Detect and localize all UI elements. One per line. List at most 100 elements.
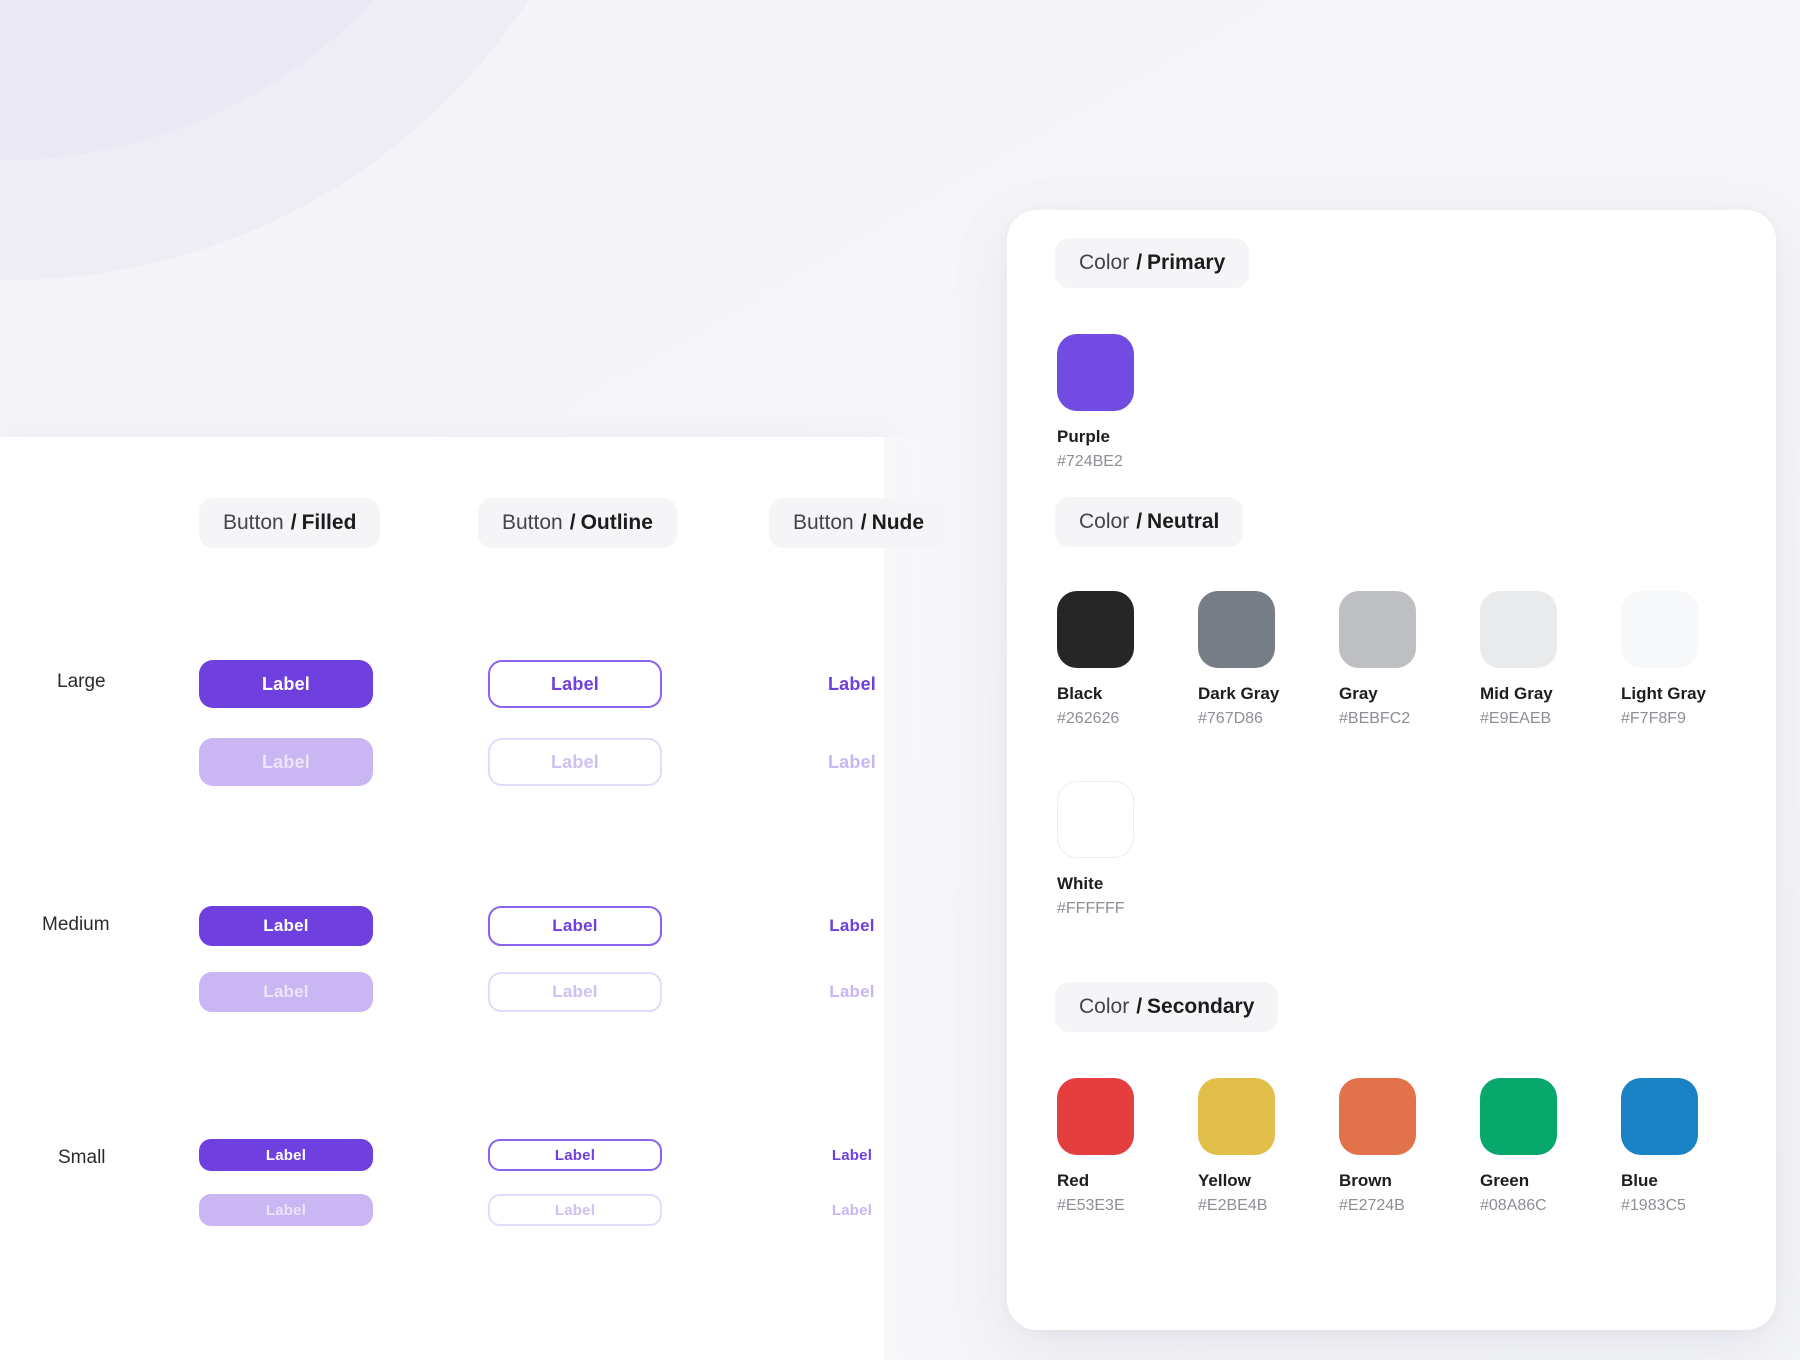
header-variant: Neutral xyxy=(1147,510,1219,534)
swatch-color-chip[interactable] xyxy=(1621,1078,1698,1155)
swatch-color-chip[interactable] xyxy=(1198,1078,1275,1155)
swatch-color-chip[interactable] xyxy=(1621,591,1698,668)
header-separator: / xyxy=(1136,995,1142,1019)
header-separator: / xyxy=(1136,251,1142,275)
swatch-hex: #767D86 xyxy=(1198,710,1275,728)
button-nude-small-default[interactable]: Label xyxy=(765,1139,939,1171)
swatch-color-chip[interactable] xyxy=(1339,591,1416,668)
swatch-blue[interactable]: Blue #1983C5 xyxy=(1621,1078,1698,1215)
swatch-name: Red xyxy=(1057,1171,1134,1191)
header-prefix: Button xyxy=(223,511,284,535)
header-separator: / xyxy=(291,511,297,535)
swatch-hex: #E53E3E xyxy=(1057,1197,1134,1215)
swatch-green[interactable]: Green #08A86C xyxy=(1480,1078,1557,1215)
header-prefix: Color xyxy=(1079,251,1129,275)
size-label-large: Large xyxy=(57,671,106,693)
button-nude-medium-default[interactable]: Label xyxy=(765,906,939,946)
button-nude-medium-disabled[interactable]: Label xyxy=(765,972,939,1012)
swatch-name: Yellow xyxy=(1198,1171,1275,1191)
section-header-color-neutral: Color / Neutral xyxy=(1055,497,1243,547)
swatch-row-white: White #FFFFFF xyxy=(1057,781,1134,918)
size-label-medium: Medium xyxy=(42,914,110,936)
swatch-color-chip[interactable] xyxy=(1480,1078,1557,1155)
section-header-color-primary: Color / Primary xyxy=(1055,238,1249,288)
header-variant: Primary xyxy=(1147,251,1225,275)
header-separator: / xyxy=(861,511,867,535)
swatch-row-primary: Purple #724BE2 xyxy=(1057,334,1134,471)
swatch-dark-gray[interactable]: Dark Gray #767D86 xyxy=(1198,591,1275,728)
swatch-hex: #08A86C xyxy=(1480,1197,1557,1215)
swatch-name: Brown xyxy=(1339,1171,1416,1191)
header-variant: Secondary xyxy=(1147,995,1254,1019)
swatch-row-secondary: Red #E53E3E Yellow #E2BE4B Brown #E2724B… xyxy=(1057,1078,1698,1215)
button-nude-small-disabled[interactable]: Label xyxy=(765,1194,939,1226)
header-variant: Filled xyxy=(302,511,357,535)
button-filled-large-disabled[interactable]: Label xyxy=(199,738,373,786)
swatch-mid-gray[interactable]: Mid Gray #E9EAEB xyxy=(1480,591,1557,728)
button-filled-medium-default[interactable]: Label xyxy=(199,906,373,946)
button-filled-small-disabled[interactable]: Label xyxy=(199,1194,373,1226)
swatch-gray[interactable]: Gray #BEBFC2 xyxy=(1339,591,1416,728)
swatch-black[interactable]: Black #262626 xyxy=(1057,591,1134,728)
swatch-color-chip[interactable] xyxy=(1057,781,1134,858)
header-variant: Nude xyxy=(872,511,925,535)
swatch-hex: #BEBFC2 xyxy=(1339,710,1416,728)
swatch-hex: #E2BE4B xyxy=(1198,1197,1275,1215)
section-header-button-filled: Button / Filled xyxy=(199,498,380,548)
header-prefix: Color xyxy=(1079,510,1129,534)
header-prefix: Color xyxy=(1079,995,1129,1019)
swatch-hex: #724BE2 xyxy=(1057,453,1134,471)
swatch-hex: #E2724B xyxy=(1339,1197,1416,1215)
button-filled-medium-disabled[interactable]: Label xyxy=(199,972,373,1012)
swatch-purple[interactable]: Purple #724BE2 xyxy=(1057,334,1134,471)
swatch-color-chip[interactable] xyxy=(1480,591,1557,668)
swatch-name: Purple xyxy=(1057,427,1134,447)
swatch-color-chip[interactable] xyxy=(1198,591,1275,668)
swatch-name: Light Gray xyxy=(1621,684,1698,704)
button-filled-large-default[interactable]: Label xyxy=(199,660,373,708)
section-header-button-nude: Button / Nude xyxy=(769,498,948,548)
design-system-screen: Button / Filled Button / Outline Button … xyxy=(0,0,1800,1360)
header-prefix: Button xyxy=(793,511,854,535)
header-prefix: Button xyxy=(502,511,563,535)
swatch-color-chip[interactable] xyxy=(1339,1078,1416,1155)
swatch-name: Mid Gray xyxy=(1480,684,1557,704)
swatch-hex: #F7F8F9 xyxy=(1621,710,1698,728)
swatch-hex: #FFFFFF xyxy=(1057,900,1134,918)
header-separator: / xyxy=(570,511,576,535)
swatch-name: Dark Gray xyxy=(1198,684,1275,704)
swatch-brown[interactable]: Brown #E2724B xyxy=(1339,1078,1416,1215)
button-outline-large-disabled[interactable]: Label xyxy=(488,738,662,786)
swatch-name: Gray xyxy=(1339,684,1416,704)
header-variant: Outline xyxy=(581,511,653,535)
swatch-name: Blue xyxy=(1621,1171,1698,1191)
swatch-red[interactable]: Red #E53E3E xyxy=(1057,1078,1134,1215)
swatch-row-neutral: Black #262626 Dark Gray #767D86 Gray #BE… xyxy=(1057,591,1698,728)
buttons-panel xyxy=(0,437,884,1360)
button-outline-large-default[interactable]: Label xyxy=(488,660,662,708)
swatch-name: Black xyxy=(1057,684,1134,704)
swatch-name: Green xyxy=(1480,1171,1557,1191)
swatch-light-gray[interactable]: Light Gray #F7F8F9 xyxy=(1621,591,1698,728)
button-outline-medium-disabled[interactable]: Label xyxy=(488,972,662,1012)
swatch-color-chip[interactable] xyxy=(1057,1078,1134,1155)
button-filled-small-default[interactable]: Label xyxy=(199,1139,373,1171)
swatch-color-chip[interactable] xyxy=(1057,591,1134,668)
header-separator: / xyxy=(1136,510,1142,534)
section-header-color-secondary: Color / Secondary xyxy=(1055,982,1278,1032)
swatch-yellow[interactable]: Yellow #E2BE4B xyxy=(1198,1078,1275,1215)
swatch-hex: #E9EAEB xyxy=(1480,710,1557,728)
button-nude-large-disabled[interactable]: Label xyxy=(765,738,939,786)
section-header-button-outline: Button / Outline xyxy=(478,498,677,548)
button-outline-medium-default[interactable]: Label xyxy=(488,906,662,946)
size-label-small: Small xyxy=(58,1147,106,1169)
swatch-name: White xyxy=(1057,874,1134,894)
color-palette-card: Color / Primary Purple #724BE2 Color / N… xyxy=(1007,210,1776,1330)
button-nude-large-default[interactable]: Label xyxy=(765,660,939,708)
swatch-hex: #1983C5 xyxy=(1621,1197,1698,1215)
swatch-color-chip[interactable] xyxy=(1057,334,1134,411)
swatch-hex: #262626 xyxy=(1057,710,1134,728)
swatch-white[interactable]: White #FFFFFF xyxy=(1057,781,1134,918)
button-outline-small-disabled[interactable]: Label xyxy=(488,1194,662,1226)
button-outline-small-default[interactable]: Label xyxy=(488,1139,662,1171)
